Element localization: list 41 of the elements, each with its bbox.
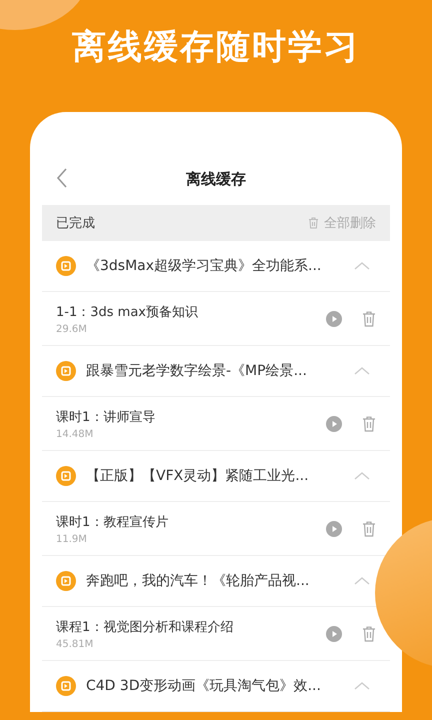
course-title: 《3dsMax超级学习宝典》全功能系... xyxy=(86,257,322,275)
file-size: 45.81M xyxy=(56,638,94,650)
play-icon[interactable] xyxy=(326,310,342,326)
course-header[interactable]: C4D 3D变形动画《玩具淘气包》效... xyxy=(56,661,370,711)
course-header[interactable]: 跟暴雪元老学数字绘景-《MP绘景... xyxy=(56,346,370,396)
trash-icon[interactable] xyxy=(362,520,376,536)
chevron-up-icon[interactable] xyxy=(354,471,370,481)
lesson-title[interactable]: 课时1：教程宣传片 xyxy=(56,512,306,530)
play-icon[interactable] xyxy=(326,626,342,642)
play-icon[interactable] xyxy=(326,520,342,536)
chevron-up-icon[interactable] xyxy=(354,576,370,586)
video-icon xyxy=(56,361,76,381)
course-title: C4D 3D变形动画《玩具淘气包》效... xyxy=(86,677,322,695)
trash-icon[interactable] xyxy=(362,310,376,326)
trash-icon xyxy=(308,217,319,229)
video-icon xyxy=(56,466,76,486)
section-label: 已完成 xyxy=(56,215,95,232)
video-icon xyxy=(56,676,76,696)
course-title: 跟暴雪元老学数字绘景-《MP绘景... xyxy=(86,362,308,380)
lesson-title[interactable]: 课程1：视觉图分析和课程介绍 xyxy=(56,618,306,636)
screen-title: 离线缓存 xyxy=(186,170,246,188)
course-title: 奔跑吧，我的汽车！《轮胎产品视... xyxy=(86,572,310,590)
chevron-up-icon[interactable] xyxy=(354,681,370,691)
course-header[interactable]: 《3dsMax超级学习宝典》全功能系... xyxy=(56,241,370,291)
lesson-title[interactable]: 课时1：讲师宣导 xyxy=(56,408,306,426)
chevron-up-icon[interactable] xyxy=(354,366,370,376)
course-title: 【正版】【VFX灵动】紧随工业光... xyxy=(86,467,310,485)
trash-icon[interactable] xyxy=(362,626,376,642)
chevron-up-icon[interactable] xyxy=(354,261,370,271)
file-size: 29.6M xyxy=(56,324,88,334)
file-size: 14.48M xyxy=(56,428,94,440)
back-button[interactable] xyxy=(56,168,68,188)
trash-icon[interactable] xyxy=(362,416,376,432)
video-icon xyxy=(56,571,76,591)
course-header[interactable]: 奔跑吧，我的汽车！《轮胎产品视... xyxy=(56,556,370,606)
course-header[interactable]: 【正版】【VFX灵动】紧随工业光... xyxy=(56,451,370,501)
headline: 离线缓存随时学习 xyxy=(71,26,361,69)
lesson-title[interactable]: 1-1：3ds max预备知识 xyxy=(56,302,306,320)
file-size: 11.9M xyxy=(56,534,88,544)
video-icon xyxy=(56,256,76,276)
play-icon[interactable] xyxy=(326,416,342,432)
